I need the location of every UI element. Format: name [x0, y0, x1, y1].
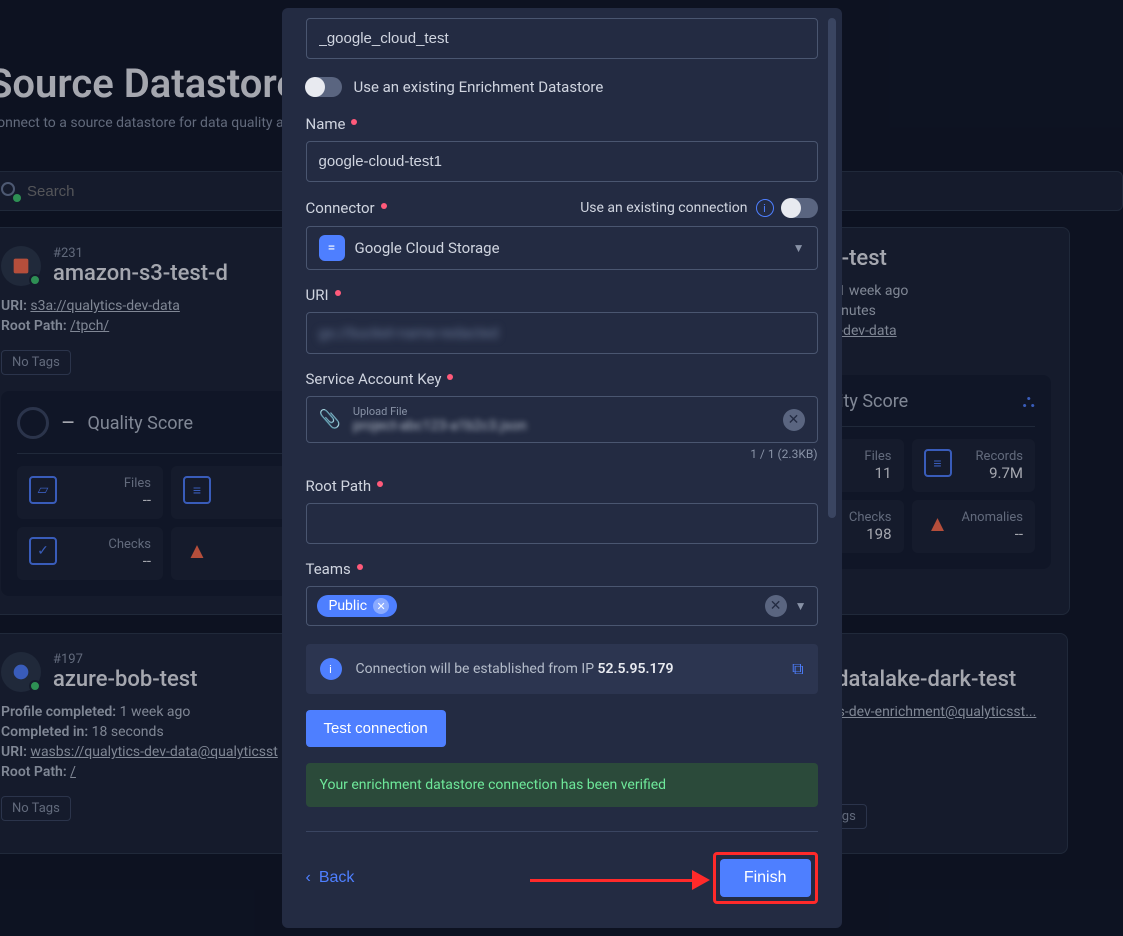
required-dot-icon — [381, 203, 387, 209]
name-input[interactable] — [306, 141, 818, 182]
upload-label: Upload File — [353, 405, 771, 418]
root-path-input[interactable] — [306, 503, 818, 544]
back-button-label: Back — [319, 869, 355, 887]
required-dot-icon — [335, 290, 341, 296]
teams-select[interactable]: Public ✕ ✕ ▼ — [306, 586, 818, 626]
team-chip: Public ✕ — [317, 595, 398, 617]
connection-info-banner: i Connection will be established from IP… — [306, 644, 818, 694]
back-button[interactable]: ‹ Back — [306, 869, 355, 887]
root-path-label: Root Path — [306, 477, 372, 495]
file-meta: 1 / 1 (2.3KB) — [306, 447, 818, 461]
existing-connection-toggle[interactable] — [782, 198, 818, 218]
test-connection-button[interactable]: Test connection — [306, 710, 446, 747]
required-dot-icon — [447, 374, 453, 380]
connector-label: Connector — [306, 199, 375, 217]
existing-datastore-toggle[interactable] — [306, 77, 342, 97]
teams-label: Teams — [306, 560, 351, 578]
connector-value: Google Cloud Storage — [355, 239, 783, 257]
connection-msg: Connection will be established from IP — [356, 661, 598, 677]
required-dot-icon — [351, 119, 357, 125]
scrollbar[interactable] — [828, 18, 836, 518]
paperclip-icon: 📎 — [319, 409, 341, 430]
existing-datastore-toggle-label: Use an existing Enrichment Datastore — [354, 78, 604, 96]
service-account-key-label: Service Account Key — [306, 370, 442, 388]
success-banner: Your enrichment datastore connection has… — [306, 763, 818, 807]
team-chip-label: Public — [329, 598, 368, 614]
arrow-annotation — [530, 869, 710, 893]
top-value-input[interactable] — [306, 18, 818, 59]
chevron-down-icon: ▼ — [795, 599, 807, 613]
upload-field[interactable]: 📎 Upload File project-abc123-a1b2c3.json… — [306, 396, 818, 443]
existing-connection-label: Use an existing connection — [580, 200, 747, 216]
uri-label: URI — [306, 286, 329, 304]
clear-teams-icon[interactable]: ✕ — [765, 595, 787, 617]
connection-ip: 52.5.95.179 — [598, 661, 674, 677]
copy-icon[interactable]: ⧉ — [792, 659, 803, 679]
upload-filename: project-abc123-a1b2c3.json — [353, 418, 771, 434]
finish-button[interactable]: Finish — [720, 859, 811, 897]
remove-team-icon[interactable]: ✕ — [373, 598, 389, 614]
finish-highlight-annotation: Finish — [713, 852, 818, 904]
add-datastore-modal: Use an existing Enrichment Datastore Nam… — [282, 8, 842, 928]
modal-backdrop: Use an existing Enrichment Datastore Nam… — [0, 0, 1123, 936]
info-icon[interactable]: i — [756, 199, 774, 217]
info-icon: i — [320, 658, 342, 680]
clear-upload-icon[interactable]: ✕ — [783, 409, 805, 431]
required-dot-icon — [377, 481, 383, 487]
name-label: Name — [306, 115, 346, 133]
chevron-left-icon: ‹ — [306, 869, 311, 887]
chevron-down-icon: ▼ — [793, 241, 805, 255]
required-dot-icon — [357, 564, 363, 570]
gcs-icon: = — [319, 235, 345, 261]
uri-input[interactable]: gs://bucket-name-redacted — [306, 312, 818, 354]
connector-select[interactable]: = Google Cloud Storage ▼ — [306, 226, 818, 270]
